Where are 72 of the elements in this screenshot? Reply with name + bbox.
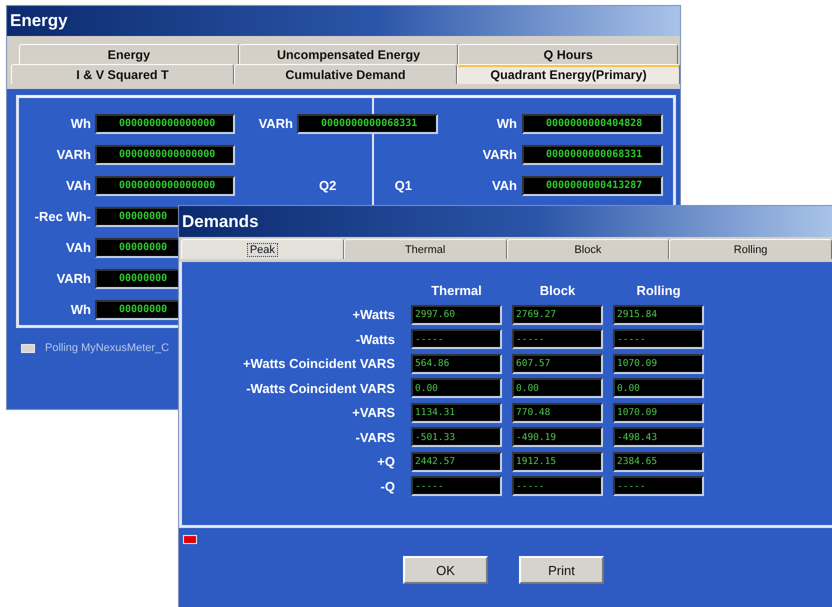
tab[interactable]: Cumulative Demand: [234, 64, 457, 84]
value-display: -----: [512, 476, 603, 496]
status-indicator-icon: [21, 344, 35, 352]
tab[interactable]: Q Hours: [458, 44, 678, 64]
tab[interactable]: Quadrant Energy(Primary): [457, 64, 680, 84]
value-display: 0.00: [411, 378, 502, 398]
value-display: -----: [613, 476, 704, 496]
row-label: +Watts Coincident VARS: [242, 356, 396, 372]
field-label: VARh: [56, 271, 92, 286]
field-label: VAh: [64, 178, 92, 193]
status-text: Polling MyNexusMeter_C: [45, 342, 170, 354]
row-label: +VARS: [352, 405, 396, 420]
tab[interactable]: Uncompensated Energy: [238, 44, 458, 64]
value-display: 0000000000068331: [297, 114, 438, 134]
field-label: VARh: [258, 116, 294, 131]
tab[interactable]: Block: [506, 239, 670, 259]
value-display: 0000000000000000: [95, 176, 235, 196]
row-label: -Watts: [356, 332, 396, 347]
row-label: +Q: [377, 454, 396, 470]
window-title: Demands: [179, 206, 832, 237]
quadrant-label: Q1: [394, 178, 412, 193]
tab[interactable]: Energy: [19, 44, 239, 64]
value-display: 0000000000000000: [95, 114, 235, 134]
value-display: 564.86: [411, 354, 502, 374]
value-display: 0000000000413287: [522, 176, 663, 196]
value-display: 607.57: [512, 354, 603, 374]
field-label: Wh: [70, 116, 92, 131]
value-display: 0000000000000000: [95, 144, 235, 164]
status-indicator-icon: [183, 535, 197, 544]
dialog-button[interactable]: Print: [519, 556, 604, 584]
tab[interactable]: I & V Squared T: [11, 64, 234, 84]
value-display: 0000000000404828: [522, 114, 663, 134]
window-title: Energy: [7, 6, 680, 36]
value-display: -----: [411, 476, 502, 496]
field-label: VARh: [482, 147, 518, 162]
field-label: VAh: [64, 240, 92, 255]
value-display: 1070.09: [613, 402, 704, 423]
value-display: 2915.84: [613, 304, 704, 325]
value-display: 0.00: [512, 378, 603, 398]
row-label: -Watts Coincident VARS: [246, 380, 396, 396]
tab[interactable]: Peak: [181, 239, 344, 259]
value-display: -----: [512, 329, 603, 350]
field-label: -Rec Wh-: [34, 209, 92, 224]
value-display: -498.43: [613, 427, 704, 448]
field-label: Wh: [496, 116, 518, 131]
field-label: Wh: [70, 302, 92, 317]
row-label: +Watts: [352, 307, 396, 322]
value-display: 2997.60: [411, 304, 502, 325]
value-display: 0.00: [613, 378, 704, 398]
value-display: 0000000000068331: [522, 144, 663, 164]
value-display: -501.33: [411, 427, 502, 448]
value-display: -----: [613, 329, 704, 350]
field-label: VAh: [490, 178, 518, 193]
value-display: 770.48: [512, 402, 603, 423]
column-header: Block: [538, 282, 576, 298]
row-label: -VARS: [356, 430, 396, 445]
field-label: VARh: [56, 147, 92, 162]
value-display: 2384.65: [613, 452, 704, 472]
column-header: Thermal: [430, 282, 483, 298]
quadrant-label: Q2: [319, 178, 336, 193]
value-display: 2769.27: [512, 304, 603, 325]
value-display: 1070.09: [613, 354, 704, 374]
row-label: -Q: [380, 478, 396, 494]
tab[interactable]: Rolling: [669, 239, 832, 259]
column-header: Rolling: [635, 282, 682, 298]
value-display: -490.19: [512, 427, 603, 448]
dialog-button[interactable]: OK: [403, 556, 488, 584]
value-display: 1134.31: [411, 402, 502, 423]
value-display: -----: [411, 329, 502, 350]
value-display: 1912.15: [512, 452, 603, 472]
tab[interactable]: Thermal: [344, 239, 506, 259]
value-display: 2442.57: [411, 452, 502, 472]
